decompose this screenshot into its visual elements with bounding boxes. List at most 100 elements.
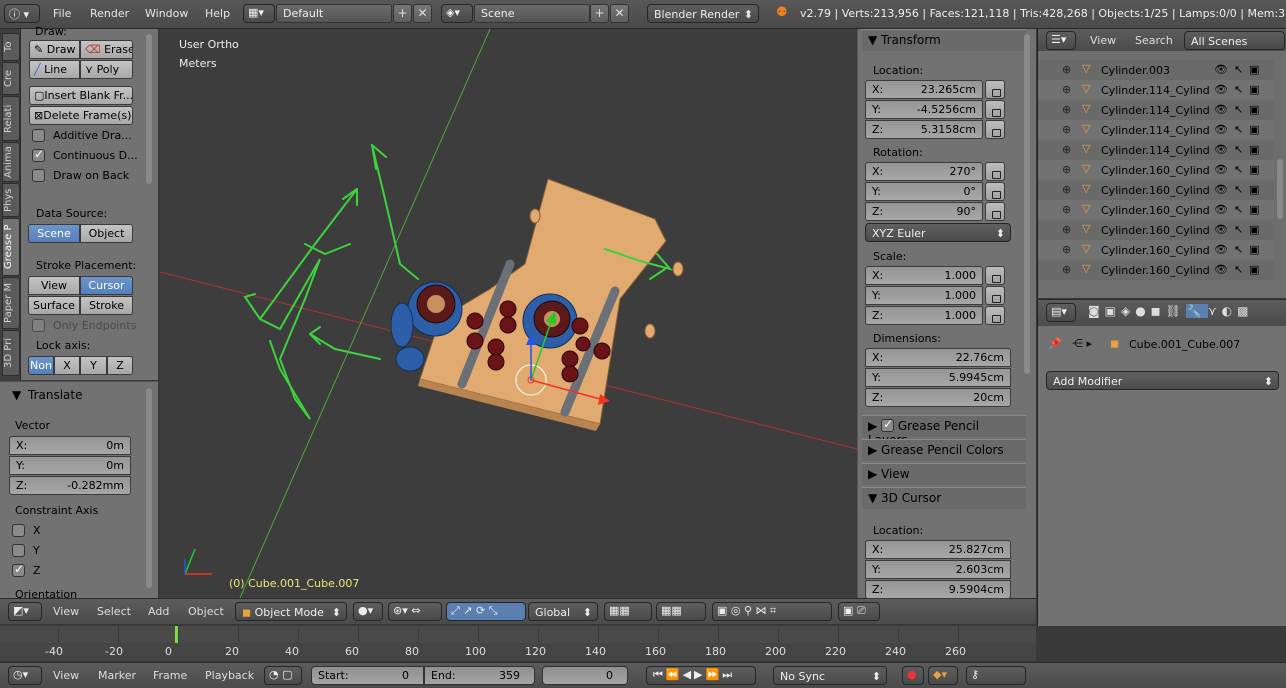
viewport-menu-select[interactable]: Select — [97, 605, 131, 618]
keying-set-button[interactable]: ◆▾ — [928, 666, 958, 685]
tab-3d-print[interactable]: 3D Pri — [2, 330, 20, 376]
menu-window[interactable]: Window — [145, 7, 188, 20]
lock-axis-y[interactable]: Y — [80, 356, 107, 375]
pin-icon[interactable]: 📌 — [1048, 337, 1062, 350]
tab-relations[interactable]: Relati — [2, 96, 20, 141]
timeline-menu-frame[interactable]: Frame — [153, 669, 187, 682]
only-endpoints-checkbox[interactable] — [32, 319, 45, 332]
add-layout-icon[interactable]: + — [393, 4, 412, 23]
draw-button[interactable]: ✎ Draw — [29, 40, 80, 59]
visibility-icons[interactable]: 👁↖▣ — [1214, 143, 1266, 156]
view-panel-header[interactable]: ▶ View — [862, 463, 1026, 485]
timeline-menu-view[interactable]: View — [53, 669, 79, 682]
shading-select[interactable]: ●▾ — [353, 602, 383, 621]
tab-physics[interactable]: Phys — [2, 183, 20, 217]
expand-icon[interactable]: ⊕ — [1062, 143, 1071, 156]
menu-help[interactable]: Help — [205, 7, 230, 20]
visibility-icons[interactable]: 👁↖▣ — [1214, 163, 1266, 176]
render-engine-select[interactable]: Blender Render ⬍ — [647, 4, 759, 23]
expand-icon[interactable]: ⊕ — [1062, 263, 1071, 276]
constraint-y-checkbox[interactable] — [12, 544, 25, 557]
rotation-y-field[interactable]: Y: 0° — [865, 182, 983, 201]
layers-grid-2[interactable]: ▦▦ — [656, 602, 706, 621]
pivot-select[interactable]: ⊛▾ ⇔ — [388, 602, 442, 621]
vector-x-field[interactable]: X: 0m — [9, 436, 131, 455]
collapse-icon[interactable]: ▼ — [12, 388, 21, 402]
tab-animation[interactable]: Anima — [2, 142, 20, 182]
npanel-scrollbar[interactable] — [1024, 34, 1030, 374]
expand-icon[interactable]: ⊕ — [1062, 103, 1071, 116]
visibility-icons[interactable]: 👁↖▣ — [1214, 103, 1266, 116]
outliner-row[interactable]: ⊕ ▽ Cylinder.114_Cylinder 👁↖▣ — [1038, 80, 1274, 100]
cursor-location-z-field[interactable]: Z: 9.5904cm — [865, 580, 1011, 599]
lock-icon[interactable] — [985, 80, 1005, 99]
properties-editor-type[interactable]: ▤▾ — [1046, 303, 1076, 322]
outliner-row[interactable]: ⊕ ▽ Cylinder.114_Cylinder 👁↖▣ — [1038, 100, 1274, 120]
viewport-editor-type[interactable]: ◩▾ — [8, 602, 42, 621]
outliner-scrollbar[interactable] — [1277, 159, 1283, 219]
lock-icon[interactable] — [985, 120, 1005, 139]
data-source-scene[interactable]: Scene — [28, 224, 80, 243]
viewport-menu-view[interactable]: View — [53, 605, 79, 618]
dimension-x-field[interactable]: X: 22.76cm — [865, 348, 1011, 367]
end-frame-field[interactable]: End: 359 — [424, 666, 535, 685]
data-source-object[interactable]: Object — [80, 224, 133, 243]
outliner-row[interactable]: ⊕ ▽ Cylinder.114_Cylinder 👁↖▣ — [1038, 120, 1274, 140]
scale-z-field[interactable]: Z: 1.000 — [865, 306, 983, 325]
delete-frames-button[interactable]: ⊠Delete Frame(s) — [29, 106, 133, 125]
gp-colors-header[interactable]: ▶ Grease Pencil Colors — [862, 439, 1026, 461]
tab-create[interactable]: Cre — [2, 62, 20, 95]
preview-range-buttons[interactable]: ◔ ▢ — [264, 666, 302, 685]
outliner-row[interactable]: ⊕ ▽ Cylinder.160_Cylinder 👁↖▣ — [1038, 240, 1274, 260]
rotation-z-field[interactable]: Z: 90° — [865, 202, 983, 221]
location-y-field[interactable]: Y: -4.5256cm — [865, 100, 983, 119]
keyframe-tools[interactable]: ⚷ — [966, 666, 1026, 685]
record-button[interactable]: ● — [902, 666, 924, 685]
timeline-area[interactable]: -40 -20 0 20 40 60 80 100 120 140 160 180 200 220 240 2… — [0, 626, 1036, 661]
dimension-y-field[interactable]: Y: 5.9945cm — [865, 368, 1011, 387]
timeline-menu-marker[interactable]: Marker — [98, 669, 136, 682]
3d-cursor-panel-header[interactable]: ▼ 3D Cursor — [862, 487, 1026, 509]
expand-icon[interactable]: ⊕ — [1062, 123, 1071, 136]
timeline-track[interactable] — [0, 626, 1036, 643]
outliner-row[interactable]: ⊕ ▽ Cylinder.160_Cylinder 👁↖▣ — [1038, 180, 1274, 200]
start-frame-field[interactable]: Start: 0 — [311, 666, 424, 685]
visibility-icons[interactable]: 👁↖▣ — [1214, 203, 1266, 216]
placement-view[interactable]: View — [28, 276, 80, 295]
playback-controls[interactable]: ⏮⏪◀▶⏩⏭ — [646, 666, 756, 685]
outliner-editor-type[interactable]: ☰▾ — [1046, 31, 1076, 50]
viewport-menu-add[interactable]: Add — [148, 605, 169, 618]
visibility-icons[interactable]: 👁↖▣ — [1214, 123, 1266, 136]
expand-icon[interactable]: ⊕ — [1062, 223, 1071, 236]
outliner-row[interactable]: ⊕ ▽ Cylinder.160_Cylinder 👁↖▣ — [1038, 160, 1274, 180]
poly-button[interactable]: ⋎ Poly — [80, 60, 133, 79]
rotation-mode-select[interactable]: XYZ Euler ⬍ — [865, 223, 1011, 242]
visibility-icons[interactable]: 👁↖▣ — [1214, 63, 1266, 76]
vector-y-field[interactable]: Y: 0m — [9, 456, 131, 475]
placement-surface[interactable]: Surface — [28, 296, 80, 315]
expand-icon[interactable]: ⊕ — [1062, 183, 1071, 196]
outliner-row[interactable]: ⊕ ▽ Cylinder.003 👁↖▣ — [1038, 60, 1274, 80]
editor-type-button[interactable]: ⓘ ▾ — [4, 4, 40, 23]
scale-y-field[interactable]: Y: 1.000 — [865, 286, 983, 305]
operator-scrollbar[interactable] — [146, 388, 152, 588]
expand-icon[interactable]: ⊕ — [1062, 83, 1071, 96]
sync-mode-select[interactable]: No Sync ⬍ — [773, 666, 887, 685]
scene-name-field[interactable]: Scene — [474, 4, 590, 23]
insert-blank-frame-button[interactable]: ▢Insert Blank Fr... — [29, 86, 133, 105]
line-button[interactable]: ╱ Line — [29, 60, 80, 79]
outliner-filter-select[interactable]: All Scenes — [1184, 31, 1285, 50]
layers-grid-1[interactable]: ▦▦ — [604, 602, 652, 621]
constraint-z-checkbox[interactable] — [12, 562, 25, 577]
gp-layers-checkbox[interactable] — [881, 417, 895, 432]
constraint-x-checkbox[interactable] — [12, 524, 25, 537]
lock-icon[interactable] — [985, 182, 1005, 201]
cursor-location-y-field[interactable]: Y: 2.603cm — [865, 560, 1011, 579]
lock-icon[interactable] — [985, 162, 1005, 181]
lock-axis-x[interactable]: X — [54, 356, 80, 375]
close-layout-icon[interactable]: ✕ — [413, 4, 432, 23]
expand-icon[interactable]: ⊕ — [1062, 243, 1071, 256]
visibility-icons[interactable]: 👁↖▣ — [1214, 223, 1266, 236]
lock-icon[interactable] — [985, 100, 1005, 119]
properties-tabs[interactable]: ◙▣◈●◼⛓🔧⋎◐▩ — [1088, 304, 1253, 318]
